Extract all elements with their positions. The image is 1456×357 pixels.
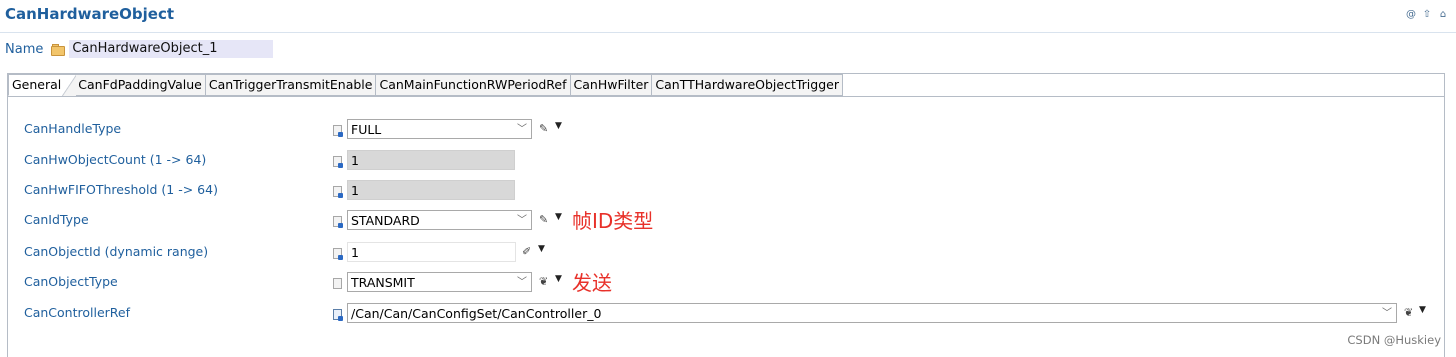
field-label: CanHandleType [24, 121, 122, 136]
tab-canfdpaddingvalue[interactable]: CanFdPaddingValue [75, 74, 206, 96]
page-title: CanHardwareObject [5, 5, 175, 23]
up-arrow-icon[interactable]: ⇧ [1422, 10, 1432, 20]
name-row: Name CanHardwareObject_1 [5, 40, 274, 58]
annotation-text: 帧ID类型 [572, 209, 654, 233]
field-label: CanObjectType [24, 274, 118, 289]
annotation-text: 发送 [572, 271, 612, 295]
field-label: CanHwObjectCount (1 -> 64) [24, 152, 207, 167]
dropdown-arrow-icon[interactable]: ▼ [538, 244, 545, 254]
name-input[interactable]: CanHardwareObject_1 [69, 40, 274, 58]
parameter-icon [333, 186, 343, 198]
tab-canmainfunctionrwperiodref[interactable]: CanMainFunctionRWPeriodRef [376, 74, 571, 96]
dropdown-arrow-icon[interactable]: ▼ [555, 121, 562, 131]
chevron-down-icon: ﹀ [517, 124, 527, 135]
field-row-canobjecttype: CanObjectType TRANSMIT ﹀ ❦ ▼ 发送 [0, 271, 1456, 295]
dropdown-arrow-icon[interactable]: ▼ [555, 212, 562, 222]
field-row-cancontrollerref: CanControllerRef /Can/Can/CanConfigSet/C… [0, 303, 1456, 323]
reference-icon [333, 309, 343, 321]
chevron-down-icon: ﹀ [1382, 308, 1392, 319]
name-label: Name [5, 41, 44, 57]
canobjecttype-select[interactable]: TRANSMIT ﹀ [347, 272, 532, 292]
calculate-icon[interactable]: ✐ [522, 245, 531, 258]
at-icon[interactable]: @ [1406, 10, 1416, 20]
watermark: CSDN @Huskiey [1347, 333, 1441, 347]
canhwfifothreshold-field[interactable]: 1 [347, 180, 515, 200]
tab-bar: General CanFdPaddingValue CanTriggerTran… [8, 74, 843, 96]
calculate-icon[interactable]: ❦ [539, 275, 548, 288]
parameter-icon [333, 216, 343, 228]
tab-canttharwareobjecttrigger[interactable]: CanTTHardwareObjectTrigger [652, 74, 843, 96]
canhwobjectcount-field[interactable]: 1 [347, 150, 515, 170]
field-row-canhandletype: CanHandleType FULL ﹀ ✎ ▼ [0, 119, 1456, 139]
dropdown-arrow-icon[interactable]: ▼ [555, 274, 562, 284]
pencil-icon[interactable]: ✎ [539, 213, 548, 226]
calculate-icon[interactable]: ❦ [1404, 306, 1413, 319]
home-icon[interactable]: ⌂ [1438, 10, 1448, 20]
field-row-canhwobjectcount: CanHwObjectCount (1 -> 64) 1 [0, 150, 1456, 170]
field-label: CanHwFIFOThreshold (1 -> 64) [24, 182, 218, 197]
chevron-down-icon: ﹀ [517, 277, 527, 288]
tab-general[interactable]: General [8, 74, 77, 96]
canidtype-value: STANDARD [351, 213, 420, 228]
canidtype-select[interactable]: STANDARD ﹀ [347, 210, 532, 230]
field-label: CanIdType [24, 212, 89, 227]
field-row-canobjectid: CanObjectId (dynamic range) 1 ✐ ▼ [0, 242, 1456, 262]
tab-canhwfilter[interactable]: CanHwFilter [570, 74, 653, 96]
dropdown-arrow-icon[interactable]: ▼ [1419, 305, 1426, 315]
tab-divider [7, 96, 1445, 97]
canhandletype-select[interactable]: FULL ﹀ [347, 119, 532, 139]
header-toolbar: @ ⇧ ⌂ [1406, 10, 1448, 20]
cancontrollerref-value: /Can/Can/CanConfigSet/CanController_0 [351, 306, 602, 321]
parameter-icon [333, 156, 343, 168]
chevron-down-icon: ﹀ [517, 215, 527, 226]
parameter-icon [333, 125, 343, 137]
editor-header: CanHardwareObject @ ⇧ ⌂ [0, 0, 1456, 33]
field-row-canhwfifothreshold: CanHwFIFOThreshold (1 -> 64) 1 [0, 180, 1456, 200]
canhandletype-value: FULL [351, 122, 382, 137]
field-label: CanControllerRef [24, 305, 131, 320]
folder-icon [51, 44, 66, 56]
parameter-icon [333, 248, 343, 260]
field-label: CanObjectId (dynamic range) [24, 244, 209, 259]
tab-cantriggertransmitenable[interactable]: CanTriggerTransmitEnable [205, 74, 377, 96]
canobjecttype-value: TRANSMIT [351, 275, 415, 290]
cancontrollerref-select[interactable]: /Can/Can/CanConfigSet/CanController_0 ﹀ [347, 303, 1397, 323]
canobjectid-input[interactable]: 1 [347, 242, 516, 262]
field-row-canidtype: CanIdType STANDARD ﹀ ✎ ▼ 帧ID类型 [0, 209, 1456, 233]
parameter-icon [333, 278, 342, 289]
pencil-icon[interactable]: ✎ [539, 122, 548, 135]
